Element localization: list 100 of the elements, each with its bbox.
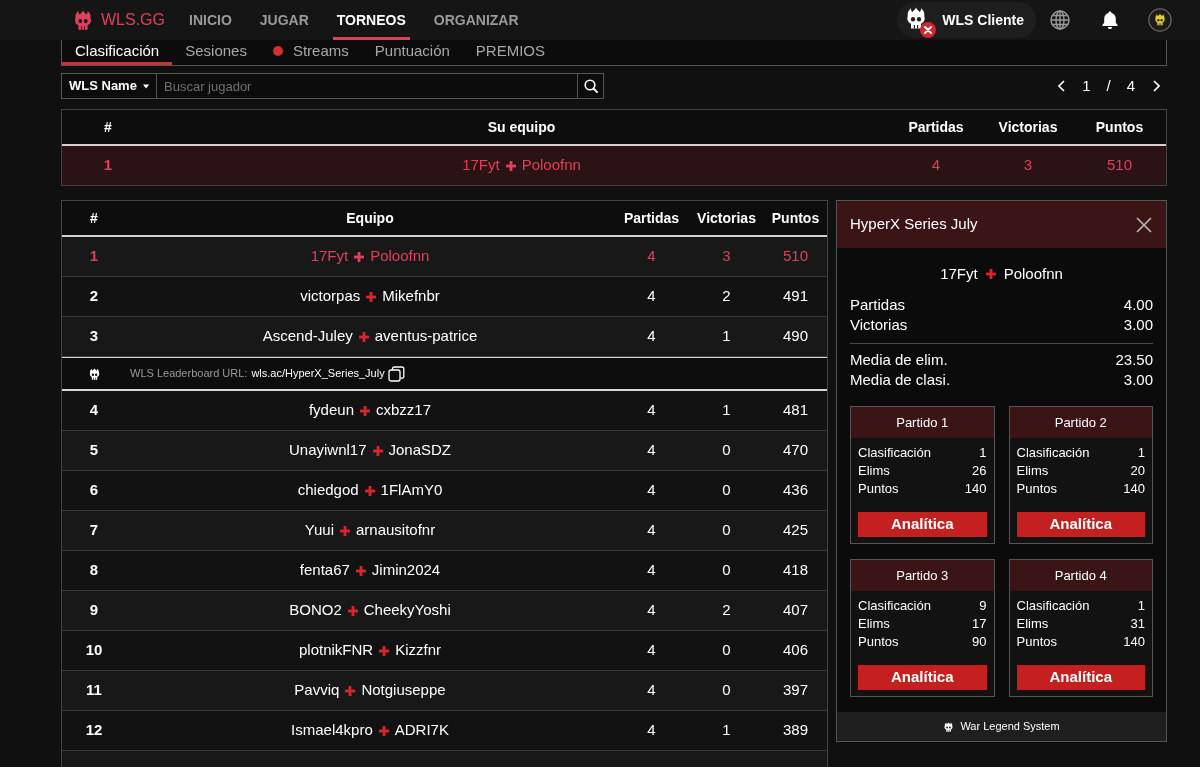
stat-label: Elims — [1016, 462, 1049, 480]
stat-label: Elims — [858, 462, 890, 480]
matches-cell-text: 4 — [647, 326, 656, 347]
player-name: fydeun — [308, 400, 354, 421]
matches-cell-text: 4 — [647, 640, 656, 661]
player-name: Poloofnn — [1003, 263, 1063, 284]
stat-label: Elims — [858, 615, 890, 633]
wins-cell-text: 0 — [722, 640, 731, 661]
player-name: Jimin2024 — [371, 560, 441, 581]
wins-cell-text: 1 — [722, 720, 731, 741]
page-number: 1 — [1082, 75, 1091, 96]
player-name: cxbzz17 — [376, 400, 432, 421]
stat-value: 140 — [1123, 633, 1145, 651]
player-name: victorpas — [300, 286, 361, 307]
points-cell-text: 481 — [783, 400, 808, 421]
plus-icon — [360, 405, 370, 416]
wins-cell-text: 1 — [722, 400, 731, 421]
previous-page-button[interactable] — [1056, 78, 1067, 94]
player-name: fenta67 — [299, 560, 350, 581]
player-name: Notgiuseppe — [361, 680, 446, 701]
stat-value: 26 — [972, 462, 987, 480]
rank-cell-text: 9 — [89, 600, 99, 621]
points-cell-text: 389 — [783, 720, 808, 741]
rank-cell-text: 10 — [85, 640, 103, 661]
matches-cell-text: 4 — [647, 400, 656, 421]
tab[interactable]: Puntuación — [361, 40, 463, 65]
nav-link[interactable]: JUGAR — [255, 0, 313, 40]
analytics-button[interactable]: Analítica — [858, 512, 987, 537]
search-icon — [583, 79, 598, 93]
nav-link[interactable]: ORGANIZAR — [429, 0, 523, 40]
leaderboard-url-link[interactable]: wls.ac/HyperX_Series_July — [251, 365, 385, 382]
column-header: # — [90, 208, 98, 228]
globe-icon[interactable] — [1050, 10, 1070, 30]
column-header: Partidas — [908, 117, 964, 137]
stat-value: 4.00 — [1123, 295, 1153, 315]
match-header: Partido 1 — [851, 407, 994, 438]
chevron-left-icon — [1057, 80, 1065, 92]
search-button[interactable] — [577, 73, 604, 99]
player-name: Yuui — [304, 520, 334, 541]
player-name: plotnikFNR — [299, 640, 374, 661]
plus-icon — [355, 565, 366, 576]
matches-cell-text: 4 — [647, 440, 656, 461]
points-cell-text: 407 — [783, 600, 808, 621]
stat-value: 23.50 — [1115, 350, 1153, 370]
points-cell-text: 436 — [783, 480, 808, 501]
name-filter-dropdown[interactable]: WLS Name — [61, 73, 157, 99]
player-name: Ascend-Juley — [262, 326, 353, 347]
search-field[interactable]: Buscar jugador — [157, 73, 577, 99]
player-name: Poloofnn — [370, 246, 430, 267]
tab[interactable]: PREMIOS — [462, 40, 559, 65]
wins-cell-text: 3 — [722, 246, 731, 267]
tab[interactable]: Clasificación — [62, 40, 173, 65]
wins-cell-text: 2 — [722, 600, 731, 621]
analytics-button[interactable]: Analítica — [858, 665, 987, 690]
bell-icon[interactable] — [1100, 10, 1120, 30]
match-header: Partido 2 — [1009, 407, 1152, 438]
points-cell-text: 470 — [783, 440, 808, 461]
column-header: Victorias — [697, 208, 756, 228]
close-icon — [1136, 216, 1152, 233]
close-badge-icon — [920, 22, 937, 38]
stat-label: Puntos — [858, 480, 899, 498]
caret-icon — [142, 83, 149, 89]
page-total: 4 — [1126, 75, 1135, 96]
wins-cell-text: 0 — [722, 560, 731, 581]
tab[interactable]: Sesiones — [172, 40, 260, 65]
match-header: Partido 3 — [851, 560, 994, 591]
column-header: # — [104, 117, 112, 137]
stat-value: 3.00 — [1123, 370, 1153, 390]
avatar-icon[interactable] — [1148, 8, 1172, 32]
player-name: CheekyYoshi — [363, 600, 451, 621]
copy-icon[interactable] — [387, 365, 405, 382]
flame-skull-icon[interactable] — [72, 8, 94, 32]
plus-icon — [347, 605, 358, 616]
plus-icon — [505, 160, 516, 171]
stat-value: 20 — [1130, 462, 1145, 480]
rank-cell-text: 8 — [89, 560, 99, 581]
brand-name[interactable]: WLS.GG — [101, 8, 165, 32]
rank-cell-text: 3 — [89, 326, 99, 347]
points-cell-text: 490 — [783, 326, 808, 347]
stat-label: Media de clasi. — [850, 370, 951, 390]
next-page-button[interactable] — [1151, 78, 1161, 94]
chevron-right-icon — [1152, 80, 1160, 92]
footer-text: War Legend System — [960, 719, 1060, 735]
client-button[interactable]: WLS Cliente — [897, 2, 1036, 38]
points-cell-text: 510 — [1107, 155, 1132, 176]
stat-label: Clasificación — [858, 597, 931, 615]
plus-icon — [354, 251, 365, 262]
points-cell-text: 397 — [783, 680, 808, 701]
matches-cell-text: 4 — [647, 520, 656, 541]
nav-link[interactable]: INICIO — [185, 0, 236, 40]
analytics-button[interactable]: Analítica — [1016, 665, 1145, 690]
stat-value: 1 — [1137, 444, 1145, 462]
analytics-button[interactable]: Analítica — [1016, 512, 1145, 537]
tab[interactable]: Streams — [259, 40, 362, 65]
close-button[interactable] — [1135, 215, 1153, 234]
stat-label: Puntos — [1016, 633, 1057, 651]
rank-cell-text: 4 — [89, 400, 99, 421]
page-separator: / — [1106, 75, 1111, 96]
plus-icon — [340, 525, 350, 536]
url-label: WLS Leaderboard URL: — [130, 366, 248, 382]
